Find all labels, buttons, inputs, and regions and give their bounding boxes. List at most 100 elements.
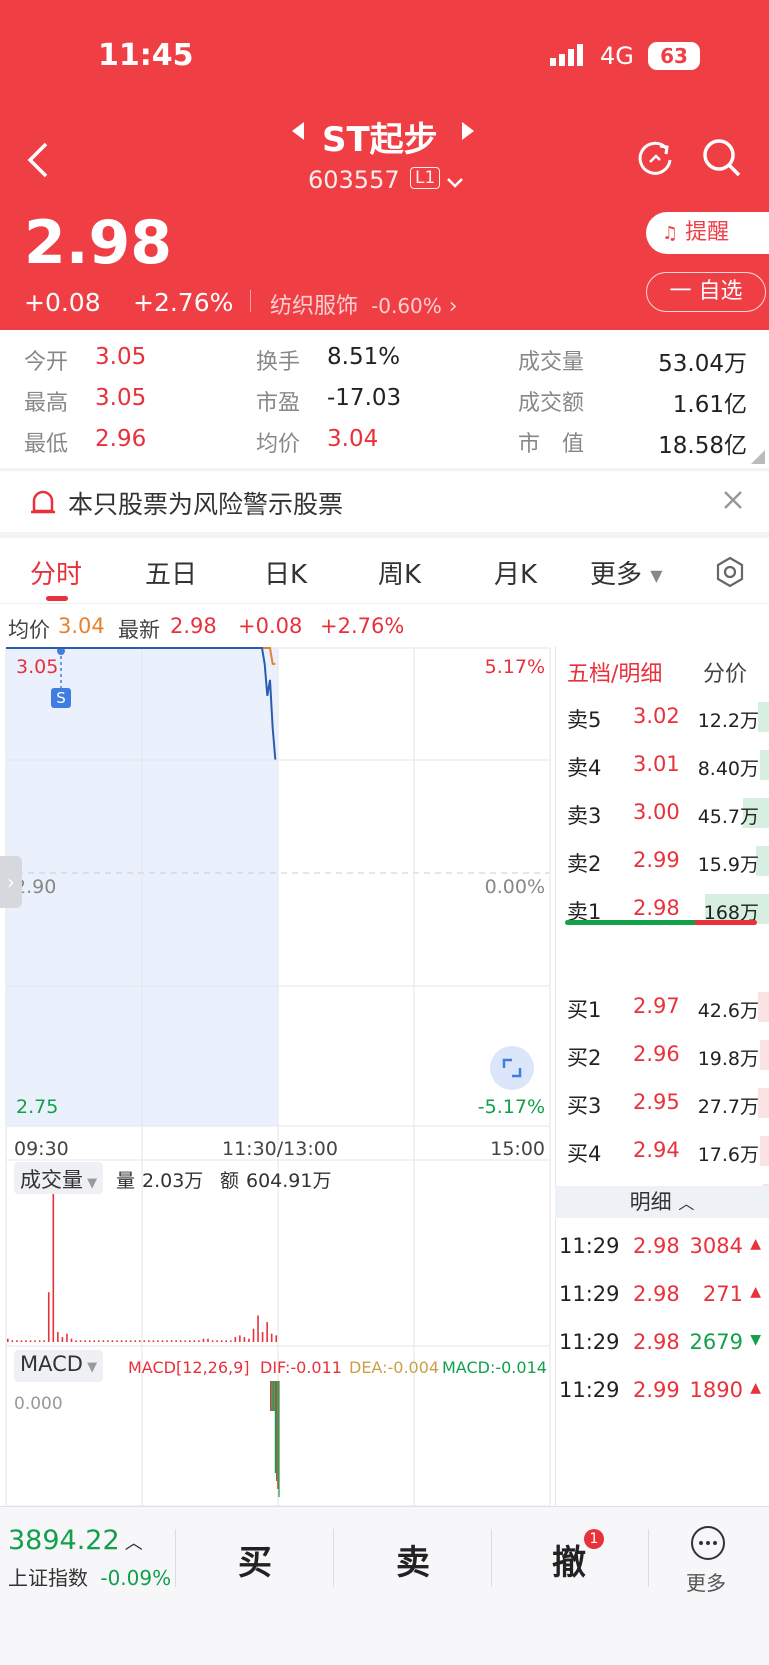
index-name: 上证指数 (8, 1566, 88, 1590)
volume-bar (266, 1322, 268, 1342)
tab-weekly-k[interactable]: 周K (378, 554, 421, 591)
tab-orderbook[interactable]: 五档/明细 (567, 656, 662, 688)
alarm-bell-icon (30, 487, 56, 519)
volume-bar (61, 1337, 64, 1342)
marker-badge[interactable]: S (51, 688, 71, 708)
tab-intraday[interactable]: 分时 (30, 554, 82, 591)
detail-toggle[interactable]: 明细 ︿ (555, 1186, 769, 1218)
index-value: 3894.22 (8, 1525, 120, 1556)
ask-row[interactable]: 卖5 3.02 12.2万 (555, 698, 769, 738)
low-label: 最低 (24, 432, 69, 457)
info-avg-value: 3.04 (58, 614, 105, 638)
trade-row[interactable]: 11:29 2.98 2679 ▼ (555, 1324, 769, 1364)
prev-stock-icon[interactable] (290, 120, 306, 146)
ask-row[interactable]: 卖3 3.00 45.7万 (555, 794, 769, 834)
bid-volume: 19.8万 (697, 1048, 759, 1070)
back-button[interactable] (24, 140, 52, 184)
high-value: 3.05 (95, 385, 147, 411)
trade-time: 11:29 (559, 1378, 620, 1402)
amount-value: 1.61亿 (672, 392, 747, 418)
bid-level: 买2 (567, 1046, 602, 1070)
tab-more-label: 更多 (590, 560, 643, 590)
volume-bar (198, 1340, 200, 1342)
ask-row[interactable]: 卖4 3.01 8.40万 (555, 746, 769, 786)
bid-row[interactable]: 买3 2.95 27.7万 (555, 1084, 769, 1124)
cancel-order-button[interactable]: 撤 (552, 1535, 586, 1584)
tab-five-day[interactable]: 五日 (145, 554, 197, 591)
refresh-icon[interactable] (636, 138, 676, 182)
tab-daily-k[interactable]: 日K (264, 554, 307, 591)
expand-corner-icon[interactable] (751, 450, 765, 464)
volume-bar (243, 1337, 246, 1342)
volume-bar (257, 1315, 259, 1342)
bid-volume-bar (758, 992, 769, 1022)
volume-bar (38, 1340, 41, 1342)
expand-handle[interactable]: › (0, 856, 22, 908)
trade-price: 2.98 (633, 1282, 680, 1306)
open-value: 3.05 (95, 344, 147, 370)
index-ticker[interactable]: 3894.22 ︿ 上证指数 -0.09% (8, 1525, 171, 1591)
intraday-chart[interactable]: 3.05 2.90 2.75 5.17% 0.00% -5.17% S › 09… (0, 646, 555, 1507)
current-price: 2.98 (24, 208, 173, 278)
macd-bar (274, 1381, 276, 1473)
bid-row[interactable]: 买1 2.97 42.6万 (555, 988, 769, 1028)
sell-button[interactable]: 卖 (396, 1535, 430, 1584)
more-label[interactable]: 更多 (686, 1567, 726, 1596)
buy-button[interactable]: 买 (238, 1535, 272, 1584)
cancel-badge: 1 (584, 1529, 604, 1549)
low-value: 2.96 (95, 426, 147, 452)
settings-icon[interactable] (714, 556, 746, 592)
trade-row[interactable]: 11:29 2.98 271 ▲ (555, 1276, 769, 1316)
close-icon[interactable] (722, 489, 744, 515)
macd-panel-label: MACD (20, 1352, 83, 1376)
chevron-up-icon: ︿ (678, 1194, 695, 1213)
remind-button[interactable]: ♫ 提醒 (646, 212, 769, 254)
ask-volume-bar (760, 750, 769, 780)
bid-price: 2.96 (633, 1042, 680, 1066)
volume-bar (193, 1340, 196, 1342)
info-latest-label: 最新 (118, 618, 160, 642)
tab-price-dist[interactable]: 分价 (703, 656, 747, 688)
open-label: 今开 (24, 350, 69, 375)
volume-bar (207, 1338, 209, 1342)
network-type: 4G (600, 42, 634, 70)
footer-bar: 3894.22 ︿ 上证指数 -0.09% 买 卖 撤 1 更多 (0, 1506, 769, 1665)
trade-row[interactable]: 11:29 2.99 1890 ▲ (555, 1372, 769, 1412)
macd-indicator-select[interactable]: MACD ▼ (14, 1350, 104, 1382)
intraday-info-bar: 均价 3.04 最新 2.98 +0.08 +2.76% (0, 604, 769, 646)
volume-bar (252, 1328, 255, 1342)
bid-row[interactable]: 买2 2.96 19.8万 (555, 1036, 769, 1076)
volume-bar (138, 1340, 141, 1342)
trade-volume: 2679 (689, 1330, 743, 1354)
level-badge: L1 (410, 167, 441, 189)
pct-tick-bottom: -5.17% (477, 1096, 545, 1118)
bid-row[interactable]: 买4 2.94 17.6万 (555, 1132, 769, 1172)
vol-value: 2.03万 (142, 1170, 204, 1192)
next-stock-icon[interactable] (460, 120, 476, 146)
macd-zero: 0.000 (14, 1394, 63, 1414)
add-watchlist-button[interactable]: 一 自选 (646, 272, 766, 312)
volume-bar (229, 1340, 232, 1342)
more-menu-icon[interactable] (690, 1525, 726, 1565)
macd-bar (271, 1381, 273, 1411)
divider (250, 290, 251, 312)
search-icon[interactable] (702, 138, 742, 182)
volume-bar (52, 1176, 55, 1342)
volume-bar (143, 1340, 146, 1342)
sector-link[interactable]: 纺织服饰 -0.60% › (270, 288, 458, 320)
volume-indicator-select[interactable]: 成交量 ▼ (14, 1162, 104, 1194)
battery-icon: 63 (648, 42, 700, 70)
volume-bar (57, 1332, 59, 1342)
volume-bar (7, 1338, 9, 1342)
fullscreen-button[interactable] (490, 1046, 534, 1090)
tab-more[interactable]: 更多 ▼ (590, 554, 663, 591)
chevron-down-icon[interactable] (446, 174, 464, 193)
ask-row[interactable]: 卖2 2.99 15.9万 (555, 842, 769, 882)
ask-level: 卖4 (567, 756, 602, 780)
stock-code: 603557 (308, 166, 400, 194)
footer-divider (175, 1529, 176, 1587)
tab-monthly-k[interactable]: 月K (494, 554, 537, 591)
volume-bar (93, 1340, 96, 1342)
trade-row[interactable]: 11:29 2.98 3084 ▲ (555, 1228, 769, 1268)
macd-bar (278, 1381, 280, 1497)
